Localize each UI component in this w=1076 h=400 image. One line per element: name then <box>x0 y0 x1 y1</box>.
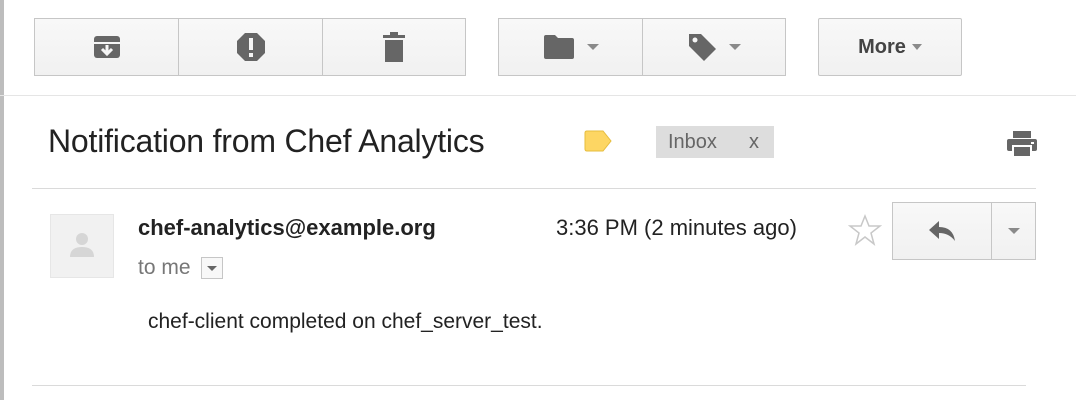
labels-button[interactable] <box>642 18 786 76</box>
show-details-button[interactable] <box>200 257 223 279</box>
archive-button[interactable] <box>34 18 179 76</box>
trash-icon <box>382 32 406 62</box>
chevron-down-icon <box>586 44 599 50</box>
more-label: More <box>858 35 906 58</box>
remove-label-button[interactable]: x <box>749 131 759 154</box>
header-divider <box>32 188 1036 189</box>
organize-button-group <box>498 18 786 76</box>
message-timestamp: 3:36 PM (2 minutes ago) <box>556 215 797 240</box>
recipient-text: to me <box>138 256 191 279</box>
archive-icon <box>93 34 121 60</box>
delete-button[interactable] <box>322 18 466 76</box>
reply-button[interactable] <box>892 202 992 260</box>
inbox-label-chip: Inbox x <box>656 126 774 158</box>
move-to-button[interactable] <box>498 18 643 76</box>
more-button[interactable]: More <box>818 18 962 76</box>
action-button-group <box>34 18 466 76</box>
tag-icon <box>687 32 717 62</box>
chevron-down-icon <box>729 44 741 50</box>
reply-more-options-button[interactable] <box>991 202 1036 260</box>
chevron-down-icon <box>911 44 922 50</box>
person-icon <box>69 231 95 262</box>
report-spam-button[interactable] <box>178 18 323 76</box>
reply-button-group <box>892 202 1036 260</box>
more-button-group: More <box>818 18 962 76</box>
message-footer-divider <box>32 385 1026 386</box>
avatar <box>50 214 114 278</box>
subject-row: Notification from Chef Analytics <box>48 118 485 164</box>
email-subject: Notification from Chef Analytics <box>48 122 485 159</box>
print-icon[interactable] <box>1006 130 1038 163</box>
report-spam-icon <box>236 32 266 62</box>
chevron-down-icon <box>1007 228 1020 234</box>
recipient-line: to me <box>138 256 223 280</box>
star-icon[interactable] <box>847 213 883 251</box>
sender-address[interactable]: chef-analytics@example.org <box>138 215 436 241</box>
inbox-chip-label: Inbox <box>668 130 717 153</box>
reply-icon <box>928 220 956 242</box>
toolbar: More <box>0 0 1076 96</box>
chevron-down-icon <box>206 265 217 271</box>
folder-icon <box>543 34 575 60</box>
importance-label-icon[interactable] <box>584 130 612 157</box>
message-body: chef-client completed on chef_server_tes… <box>148 310 543 333</box>
